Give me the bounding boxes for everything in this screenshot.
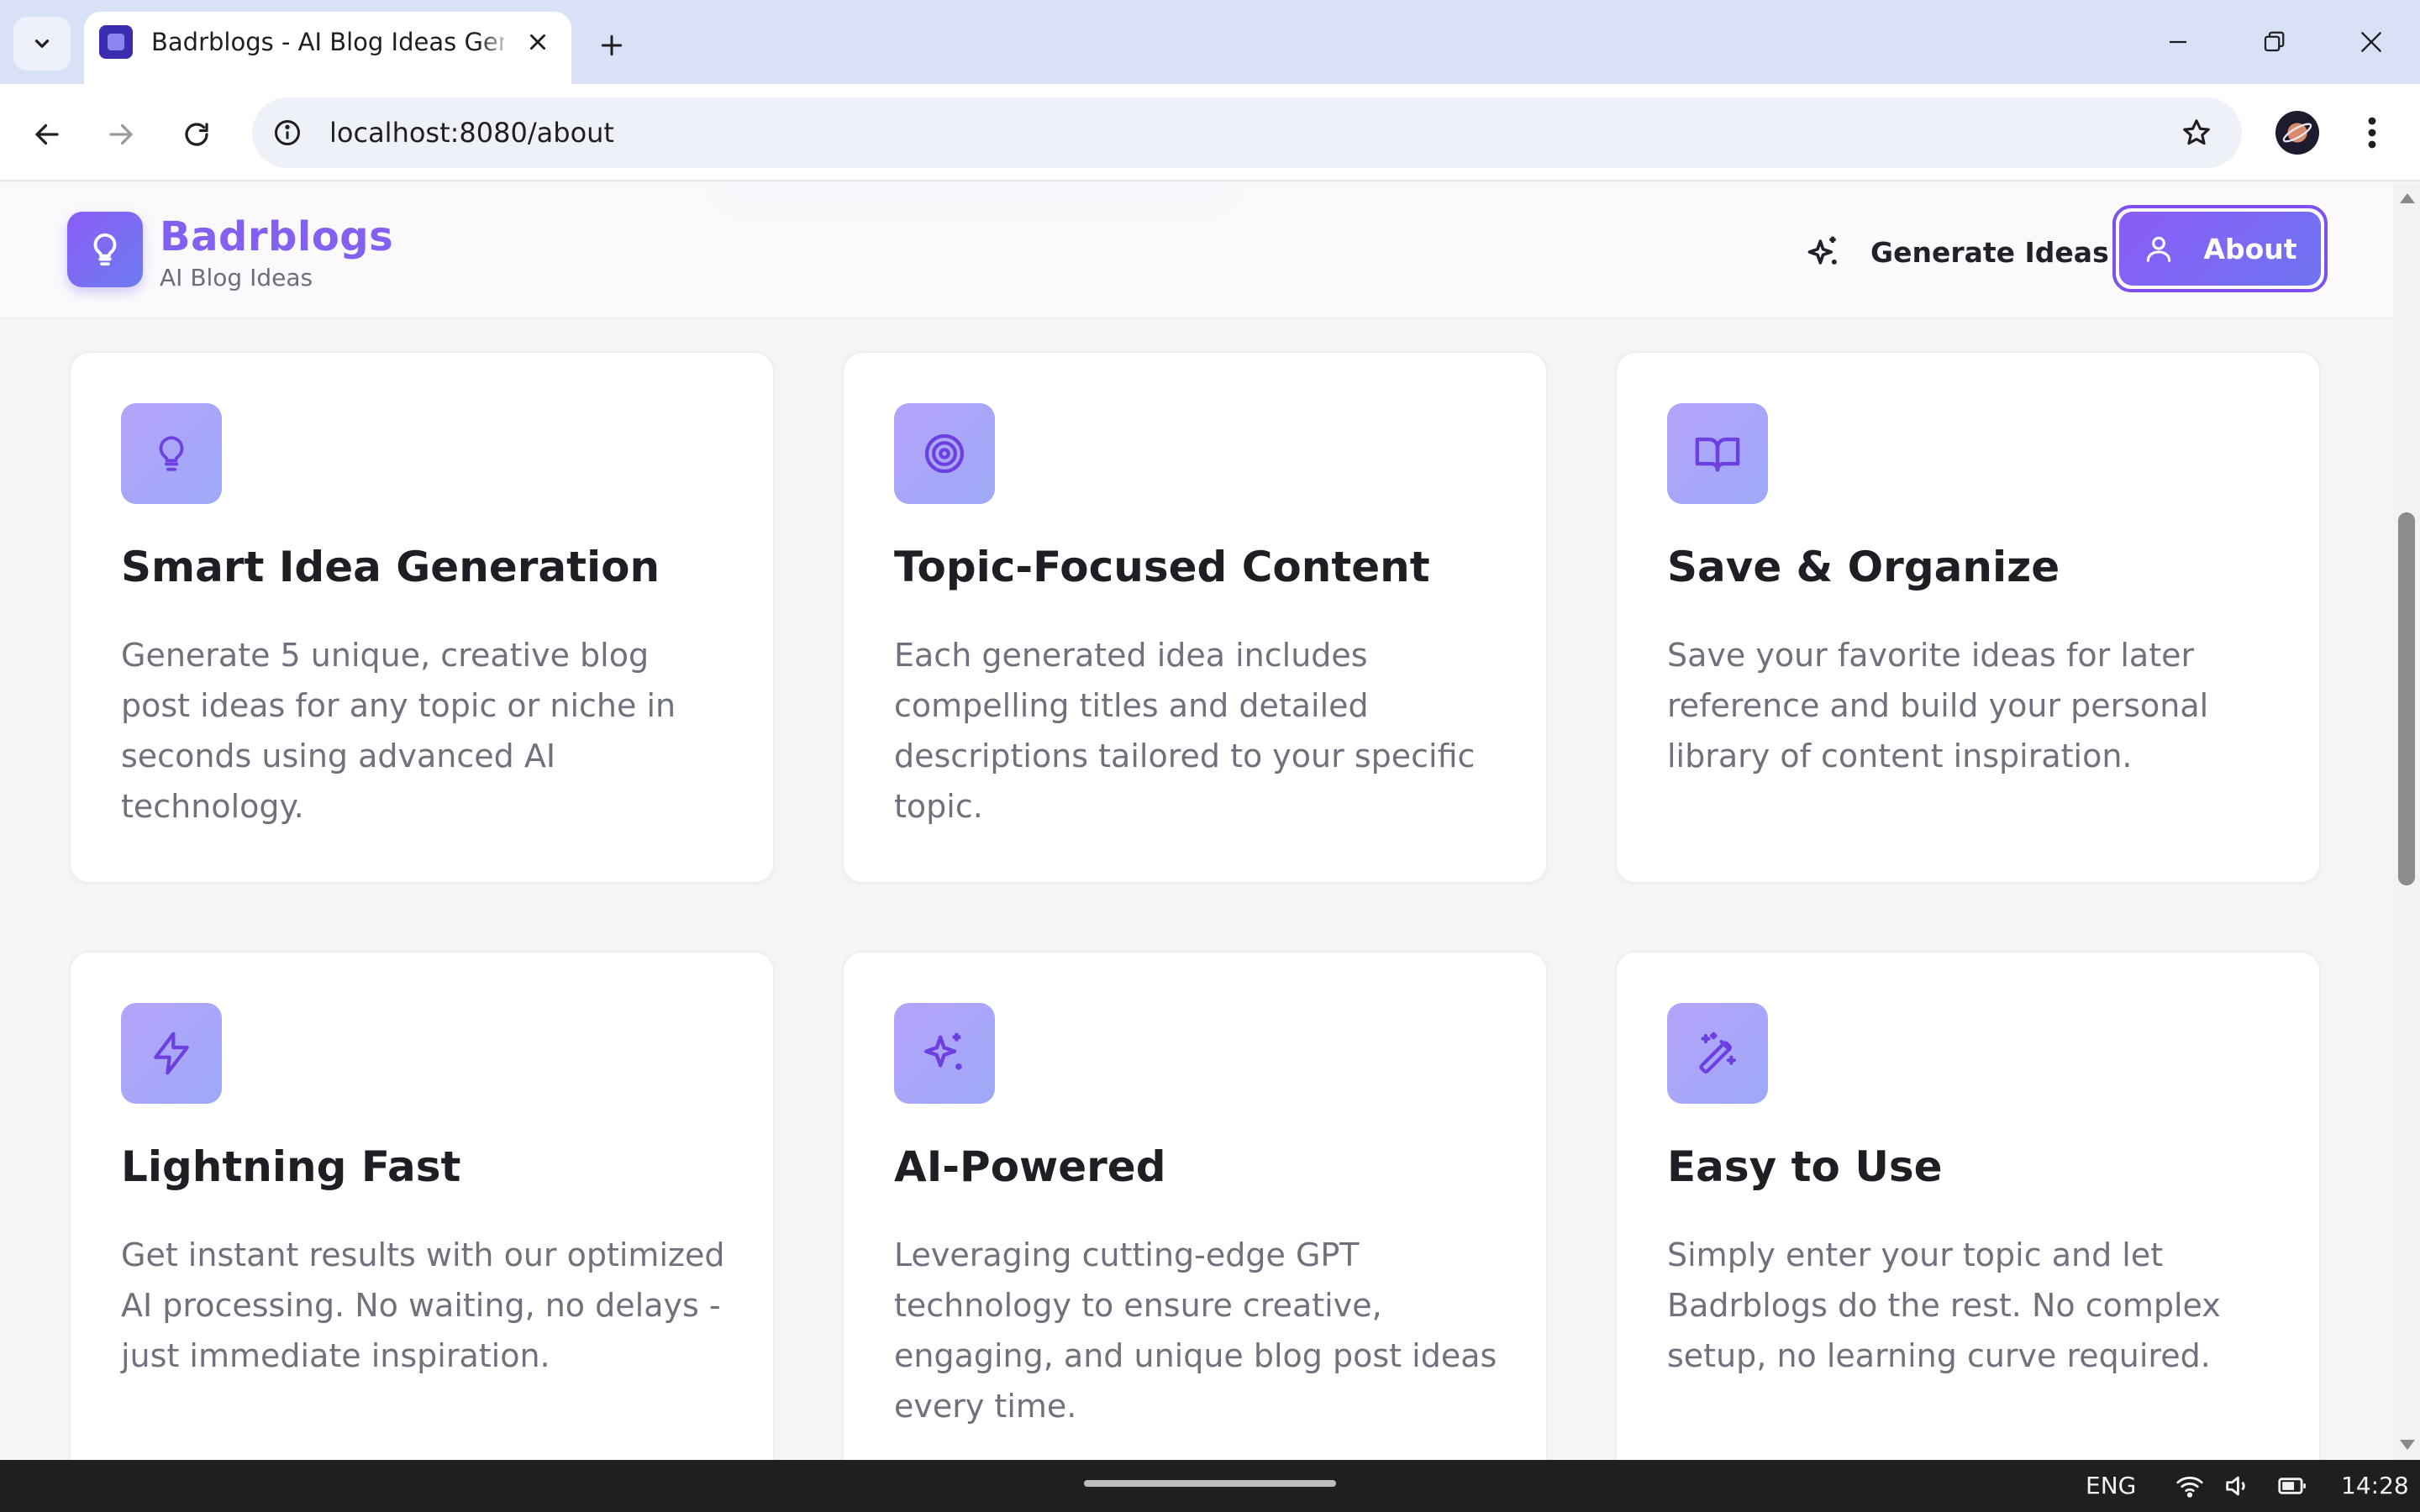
browser-tab-bar: Badrblogs - AI Blog Ideas Generator	[0, 0, 2420, 86]
browser-toolbar: localhost:8080/about	[0, 84, 2420, 181]
nav-about-label: About	[2203, 232, 2297, 265]
site-favicon-icon	[99, 25, 133, 59]
feature-description: Each generated idea includes compelling …	[894, 637, 1476, 825]
home-gesture-bar[interactable]	[1084, 1480, 1336, 1487]
minimize-icon	[2170, 40, 2186, 44]
back-button[interactable]	[20, 108, 74, 161]
site-header: Badrblogs AI Blog Ideas Generate Ideas A…	[0, 183, 2393, 319]
chevron-down-icon	[34, 39, 50, 48]
reload-button[interactable]	[170, 108, 224, 161]
sparkles-icon	[1807, 236, 1837, 265]
magic-wand-icon	[1667, 1003, 1768, 1104]
target-icon	[894, 403, 995, 504]
more-vertical-icon	[2368, 117, 2376, 149]
book-open-icon	[1667, 403, 1768, 504]
clock-time[interactable]: 14:28	[2341, 1460, 2409, 1512]
restore-window-button[interactable]	[2244, 17, 2304, 67]
browser-menu-button[interactable]	[2351, 109, 2393, 156]
arrow-right-icon	[109, 123, 133, 145]
feature-card: Topic-Focused Content Each generated ide…	[842, 351, 1548, 884]
feature-title: Lightning Fast	[121, 1142, 461, 1191]
feature-description: Save your favorite ideas for later refer…	[1667, 637, 2209, 774]
scrollbar-thumb[interactable]	[2398, 512, 2415, 885]
scroll-up-arrow-icon[interactable]	[2400, 193, 2415, 203]
feature-title: Topic-Focused Content	[894, 543, 1430, 591]
feature-description: Leveraging cutting-edge GPT technology t…	[894, 1236, 1497, 1425]
feature-description: Generate 5 unique, creative blog post id…	[121, 637, 676, 825]
browser-tab-active[interactable]: Badrblogs - AI Blog Ideas Generator	[84, 12, 571, 86]
feature-card: Smart Idea Generation Generate 5 unique,…	[69, 351, 775, 884]
page-viewport: Smart Idea Generation Generate 5 unique,…	[0, 183, 2393, 1460]
sparkles-icon	[894, 1003, 995, 1104]
brand-tagline: AI Blog Ideas	[160, 264, 313, 291]
feature-card: AI-Powered Leveraging cutting-edge GPT t…	[842, 951, 1548, 1460]
battery-icon[interactable]	[2277, 1471, 2307, 1501]
wifi-icon[interactable]	[2175, 1471, 2205, 1501]
close-icon	[2361, 32, 2381, 52]
feature-card: Easy to Use Simply enter your topic and …	[1615, 951, 2321, 1460]
planet-avatar-icon	[2282, 123, 2312, 143]
lightbulb-icon	[93, 233, 117, 266]
features-grid: Smart Idea Generation Generate 5 unique,…	[0, 183, 2393, 1460]
os-taskbar: ENG 14:28	[0, 1460, 2420, 1512]
feature-description: Get instant results with our optimized A…	[121, 1236, 725, 1374]
arrow-left-icon	[35, 123, 59, 145]
nav-generate-ideas[interactable]: Generate Ideas	[1805, 225, 2109, 279]
tab-close-button[interactable]	[519, 24, 556, 60]
url-text[interactable]: localhost:8080/about	[329, 97, 614, 168]
bookmark-star-icon[interactable]	[2176, 113, 2217, 153]
profile-avatar[interactable]	[2275, 111, 2319, 155]
feature-description: Simply enter your topic and let Badrblog…	[1667, 1236, 2221, 1374]
plus-icon	[601, 34, 623, 56]
close-icon	[530, 34, 545, 50]
feature-title: Easy to Use	[1667, 1142, 1943, 1191]
address-bar[interactable]: localhost:8080/about	[252, 97, 2242, 168]
page-scrollbar[interactable]	[2393, 183, 2420, 1460]
nav-generate-label: Generate Ideas	[1870, 235, 2109, 269]
minimize-window-button[interactable]	[2148, 17, 2208, 67]
lightbulb-icon	[121, 403, 222, 504]
close-window-button[interactable]	[2341, 17, 2402, 67]
logo[interactable]	[67, 212, 143, 287]
feature-title: AI-Powered	[894, 1142, 1166, 1191]
feature-title: Save & Organize	[1667, 543, 2060, 591]
lightning-icon	[121, 1003, 222, 1104]
tab-title: Badrblogs - AI Blog Ideas Generator	[151, 28, 504, 56]
scroll-down-arrow-icon[interactable]	[2400, 1440, 2415, 1450]
restore-icon	[2264, 31, 2285, 52]
reload-icon	[185, 123, 208, 146]
feature-card: Lightning Fast Get instant results with …	[69, 951, 775, 1460]
user-icon	[2147, 236, 2171, 262]
forward-button[interactable]	[94, 108, 148, 161]
brand-name[interactable]: Badrblogs	[160, 213, 393, 260]
tab-search-button[interactable]	[13, 17, 71, 71]
feature-card: Save & Organize Save your favorite ideas…	[1615, 351, 2321, 884]
volume-icon[interactable]	[2222, 1471, 2252, 1501]
feature-title: Smart Idea Generation	[121, 543, 660, 591]
site-info-icon[interactable]	[269, 114, 306, 151]
new-tab-button[interactable]	[588, 22, 635, 69]
nav-about-button[interactable]: About	[2112, 205, 2328, 292]
keyboard-language[interactable]: ENG	[2086, 1460, 2136, 1512]
